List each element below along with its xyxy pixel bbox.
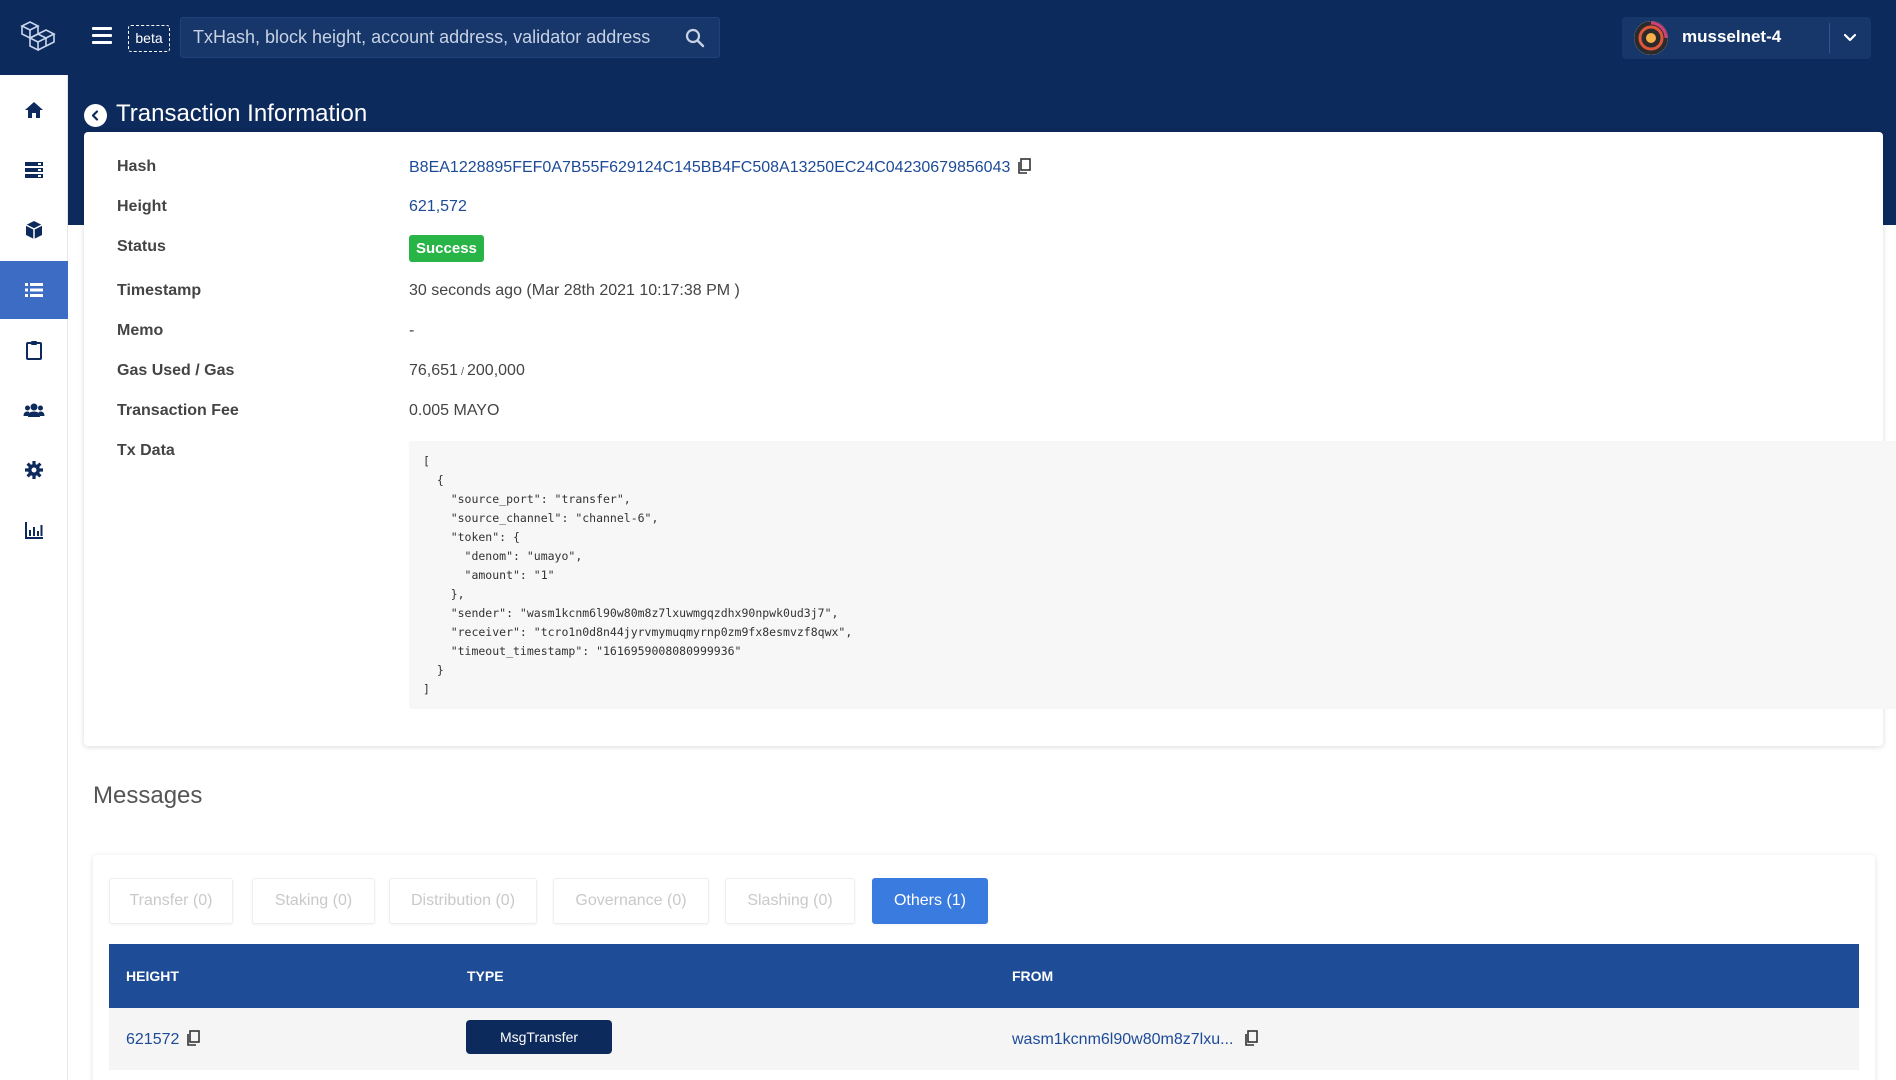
sidebar-item-transactions[interactable]	[0, 261, 68, 319]
timestamp-label: Timestamp	[117, 282, 202, 299]
transaction-info-card: Hash B8EA1228895FEF0A7B55F629124C145BB4F…	[84, 132, 1896, 746]
timestamp-value: 30 seconds ago (Mar 28th 2021 10:17:38 P…	[409, 282, 740, 299]
cube-icon	[25, 221, 43, 239]
network-avatar	[1634, 21, 1668, 55]
table-row: 621572 MsgTransfer wasm1kcnm6l90w80m8z7l…	[109, 1008, 1859, 1070]
messages-title: Messages	[93, 782, 203, 809]
copy-icon[interactable]	[1243, 1030, 1259, 1046]
app-logo-icon[interactable]	[16, 18, 60, 56]
gas-value: 76,651/200,000	[409, 362, 525, 380]
top-navbar: beta musselnet-4	[0, 0, 1896, 75]
search-box	[180, 17, 720, 58]
copy-icon[interactable]	[1016, 158, 1032, 174]
server-icon	[25, 162, 43, 178]
messages-card: Transfer (0) Staking (0) Distribution (0…	[93, 855, 1875, 1080]
sidebar-item-validators[interactable]	[0, 381, 68, 439]
sidebar-item-home[interactable]	[0, 81, 68, 139]
network-name: musselnet-4	[1682, 27, 1782, 46]
sidebar-item-contracts[interactable]	[0, 201, 68, 259]
gas-separator: /	[460, 366, 464, 378]
memo-value: -	[409, 322, 415, 339]
sidebar-item-proposals[interactable]	[0, 321, 68, 379]
row-from-link[interactable]: wasm1kcnm6l90w80m8z7lxu...	[1012, 1031, 1233, 1048]
hash-value-row: B8EA1228895FEF0A7B55F629124C145BB4FC508A…	[409, 158, 1032, 177]
home-icon	[25, 102, 43, 118]
chevron-left-icon	[91, 110, 99, 121]
status-badge: Success	[409, 235, 484, 262]
copy-icon[interactable]	[185, 1030, 201, 1046]
tx-data-label: Tx Data	[117, 442, 175, 459]
sidebar-item-blocks[interactable]	[0, 141, 68, 199]
memo-label: Memo	[117, 322, 164, 339]
tab-others[interactable]: Others (1)	[872, 878, 988, 924]
row-height-link[interactable]: 621572	[126, 1031, 179, 1048]
hash-label: Hash	[117, 158, 157, 175]
network-logo-icon	[1634, 21, 1668, 55]
tab-slashing[interactable]: Slashing (0)	[725, 878, 855, 924]
row-height-cell: 621572	[126, 1030, 201, 1049]
tab-governance[interactable]: Governance (0)	[553, 878, 709, 924]
gas-used-value: 76,651	[409, 362, 458, 379]
gas-label: Gas Used / Gas	[117, 362, 235, 379]
beta-badge: beta	[128, 25, 170, 52]
column-header-type: TYPE	[467, 968, 504, 984]
sidebar-item-statistics[interactable]	[0, 501, 68, 559]
sidebar-item-parameters[interactable]	[0, 441, 68, 499]
network-divider	[1829, 23, 1830, 53]
fee-value: 0.005 MAYO	[409, 402, 500, 419]
messages-table-header: HEIGHT TYPE FROM	[109, 944, 1859, 1008]
clipboard-icon	[26, 341, 42, 360]
gear-icon	[25, 461, 43, 479]
chevron-down-icon[interactable]	[1842, 30, 1858, 46]
row-from-cell: wasm1kcnm6l90w80m8z7lxu...	[1012, 1030, 1259, 1049]
fee-label: Transaction Fee	[117, 402, 239, 419]
height-link[interactable]: 621,572	[409, 198, 467, 216]
tx-hash-link[interactable]: B8EA1228895FEF0A7B55F629124C145BB4FC508A…	[409, 159, 1010, 176]
tx-data-code-block: [ { "source_port": "transfer", "source_c…	[409, 441, 1896, 709]
message-type-badge[interactable]: MsgTransfer	[466, 1020, 612, 1054]
list-icon	[25, 283, 43, 297]
tab-staking[interactable]: Staking (0)	[252, 878, 375, 924]
network-selector[interactable]: musselnet-4	[1622, 17, 1871, 59]
tab-transfer[interactable]: Transfer (0)	[109, 878, 233, 924]
hamburger-menu-icon[interactable]	[92, 27, 112, 47]
chart-icon	[25, 522, 43, 539]
search-icon[interactable]	[685, 28, 705, 48]
sidebar	[0, 75, 68, 1080]
search-input[interactable]	[181, 18, 671, 57]
status-label: Status	[117, 238, 166, 255]
status-value: Success	[409, 235, 484, 262]
height-label: Height	[117, 198, 167, 215]
page-title: Transaction Information	[116, 100, 368, 127]
column-header-from: FROM	[1012, 968, 1054, 984]
back-button[interactable]	[84, 104, 107, 127]
tab-distribution[interactable]: Distribution (0)	[389, 878, 537, 924]
users-icon	[23, 403, 45, 417]
column-header-height: HEIGHT	[126, 968, 179, 984]
gas-wanted-value: 200,000	[467, 362, 525, 379]
